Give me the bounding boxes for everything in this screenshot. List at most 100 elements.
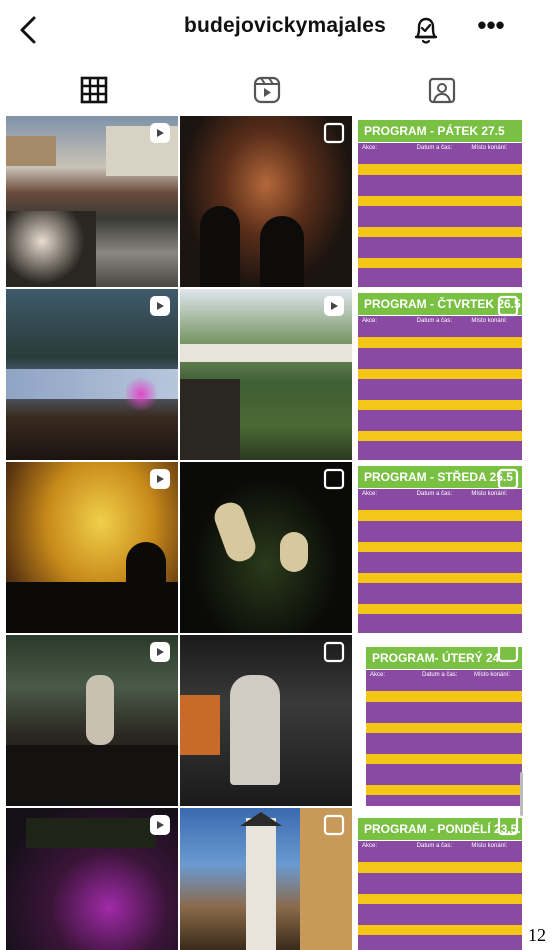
post-thumbnail[interactable] <box>180 635 352 806</box>
poster-header: Akce: Datum a čas: Místo konání: <box>358 143 522 154</box>
post-thumbnail[interactable] <box>6 462 178 633</box>
poster-schedule-row <box>358 510 522 521</box>
post-thumbnail[interactable] <box>6 635 178 806</box>
poster-schedule-row <box>366 795 522 806</box>
multiple-icon <box>497 468 519 490</box>
post-thumbnail[interactable] <box>180 289 352 460</box>
poster-schedule-row <box>358 268 522 279</box>
post-thumbnail[interactable]: PROGRAM - PONDĚLÍ 23.5. Akce: Datum a ča… <box>354 808 526 950</box>
poster-schedule-row <box>358 883 522 894</box>
poster-schedule-row <box>358 572 522 584</box>
poster-schedule-row <box>358 852 522 863</box>
poster-schedule-row <box>358 257 522 269</box>
column-venue: Místo konání: <box>471 145 508 151</box>
reel-icon <box>150 469 170 489</box>
column-datetime: Datum a čas: <box>416 145 453 151</box>
poster-schedule-row <box>358 430 522 442</box>
poster-schedule-row <box>358 195 522 206</box>
poster-schedule-row <box>366 691 522 702</box>
poster-schedule-row <box>358 893 522 904</box>
multiple-icon <box>323 122 345 144</box>
column-datetime: Datum a čas: <box>416 318 453 324</box>
reel-icon <box>324 296 344 316</box>
poster-schedule-row <box>358 205 522 217</box>
post-thumbnail[interactable] <box>180 462 352 633</box>
poster-schedule-row <box>366 681 522 692</box>
poster-schedule-row <box>358 327 522 338</box>
scrollbar[interactable] <box>520 772 523 816</box>
post-thumbnail[interactable]: PROGRAM- ÚTERÝ 24. Akce: Datum a čas: Mí… <box>354 635 526 806</box>
poster-schedule-row <box>366 753 522 765</box>
poster-schedule-row <box>358 420 522 431</box>
reel-icon <box>150 123 170 143</box>
multiple-icon <box>323 641 345 663</box>
poster-schedule-row <box>358 562 522 573</box>
poster-schedule-row <box>366 784 522 796</box>
poster-schedule-row <box>358 935 522 946</box>
post-thumbnail[interactable] <box>180 116 352 287</box>
more-options-button[interactable]: ••• <box>476 12 506 44</box>
poster-schedule-row <box>366 743 522 754</box>
multiple-icon <box>497 814 519 836</box>
poster-schedule-row <box>358 237 522 248</box>
post-thumbnail[interactable]: PROGRAM - PÁTEK 27.5 Akce: Datum a čas: … <box>354 116 526 287</box>
tagged-icon[interactable] <box>424 72 460 108</box>
poster-schedule-row <box>366 722 522 733</box>
poster-schedule-row <box>358 583 522 594</box>
posts-grid: PROGRAM - PÁTEK 27.5 Akce: Datum a čas: … <box>6 116 526 950</box>
column-event: Akce: <box>362 145 378 151</box>
poster-schedule-row <box>358 278 522 287</box>
poster-schedule-row <box>358 914 522 925</box>
post-thumbnail[interactable] <box>6 116 178 287</box>
post-thumbnail[interactable] <box>180 808 352 950</box>
poster-schedule-row <box>358 945 522 950</box>
poster-schedule-row <box>358 624 522 633</box>
column-event: Akce: <box>362 491 378 497</box>
poster-schedule-row <box>358 154 522 165</box>
poster-schedule-row <box>358 216 522 227</box>
multiple-icon <box>497 295 519 317</box>
poster-rows <box>358 154 522 287</box>
bell-check-icon[interactable] <box>408 12 444 48</box>
reel-icon <box>150 642 170 662</box>
poster-schedule-row <box>366 764 522 775</box>
poster-schedule-row <box>358 441 522 452</box>
poster-schedule-row <box>358 872 522 884</box>
profile-tabs <box>0 62 552 116</box>
reel-icon <box>150 815 170 835</box>
poster-schedule-row <box>358 551 522 563</box>
poster-schedule-row <box>358 862 522 873</box>
poster-schedule-row <box>358 368 522 379</box>
poster-rows <box>358 852 522 950</box>
post-thumbnail[interactable]: PROGRAM - ČTVRTEK 26.5 Akce: Datum a čas… <box>354 289 526 460</box>
poster-schedule-row <box>358 399 522 411</box>
post-thumbnail[interactable]: PROGRAM - STŘEDA 25.5 Akce: Datum a čas:… <box>354 462 526 633</box>
post-thumbnail[interactable] <box>6 289 178 460</box>
column-datetime: Datum a čas: <box>416 491 453 497</box>
grid-icon[interactable] <box>76 72 112 108</box>
poster-schedule-row <box>358 185 522 196</box>
column-event: Akce: <box>370 672 386 678</box>
poster-rows <box>358 500 522 633</box>
poster-schedule-row <box>358 500 522 511</box>
post-thumbnail[interactable] <box>6 808 178 950</box>
reels-icon[interactable] <box>249 72 285 108</box>
column-venue: Místo konání: <box>474 672 511 678</box>
poster-schedule-row <box>358 924 522 936</box>
column-event: Akce: <box>362 318 378 324</box>
profile-header: budejovickymajales ••• <box>0 0 552 62</box>
poster-schedule-row <box>358 389 522 400</box>
more-horizontal-icon: ••• <box>477 10 505 40</box>
poster-header: Akce: Datum a čas: Místo konání: <box>366 670 522 681</box>
poster-schedule-row <box>358 593 522 604</box>
poster-schedule-row <box>358 174 522 186</box>
poster-schedule-row <box>358 337 522 348</box>
multiple-icon <box>323 468 345 490</box>
poster-title: PROGRAM - PÁTEK 27.5 <box>358 120 522 142</box>
poster-rows <box>366 681 522 806</box>
poster-schedule-row <box>358 378 522 390</box>
poster-schedule-row <box>358 903 522 915</box>
poster-schedule-row <box>358 358 522 369</box>
poster-schedule-row <box>358 614 522 625</box>
poster-schedule-row <box>358 164 522 175</box>
